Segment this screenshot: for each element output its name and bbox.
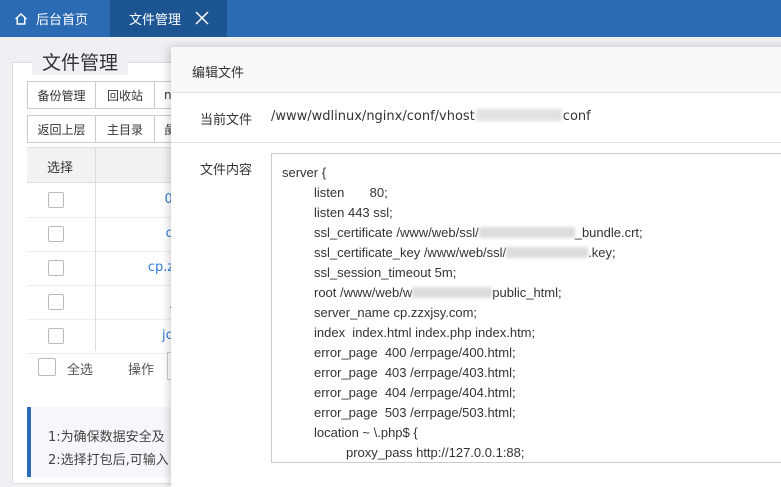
redacted-text — [475, 109, 562, 121]
code-fragment: ssl_certificate /www/web/ssl/ — [314, 225, 479, 240]
divider — [171, 142, 781, 143]
row-checkbox[interactable] — [48, 294, 64, 310]
column-divider — [95, 148, 96, 351]
file-content-label: 文件内容 — [200, 163, 253, 178]
code-line: index index.html index.php index.htm; — [314, 325, 536, 340]
file-content-editor[interactable]: server { listen 80; listen 443 ssl; ssl_… — [271, 153, 781, 463]
tab-home[interactable]: 后台首页 — [0, 0, 110, 37]
code-fragment: ssl_certificate_key /www/web/ssl/ — [314, 245, 507, 260]
notice-box: 1:为确保数据安全及 2:选择打包后,可输入 — [27, 407, 191, 477]
operation-label: 操作 — [128, 363, 155, 378]
code-fragment: root /www/web/w — [314, 285, 413, 300]
table-header: 选择 — [27, 148, 187, 183]
path-prefix: /www/wdlinux/nginx/conf/vhost — [271, 109, 475, 124]
code-line: root /www/web/w public_html; — [282, 283, 643, 303]
table-row[interactable]: cp — [27, 217, 187, 252]
table-row[interactable]: 00 — [27, 183, 187, 218]
select-all-checkbox[interactable] — [38, 358, 56, 376]
row-checkbox[interactable] — [48, 192, 64, 208]
row-checkbox[interactable] — [48, 328, 64, 344]
code-line: proxy_pass http://127.0.0.1:88; — [346, 445, 525, 460]
table-row[interactable]: cp.zz — [27, 251, 187, 286]
redacted-text — [506, 247, 589, 258]
code-line: error_page 503 /errpage/503.html; — [314, 405, 516, 420]
code-line: error_page 403 /errpage/403.html; — [314, 365, 516, 380]
code-line: ssl_certificate /www/web/ssl/ _bundle.crt… — [282, 223, 643, 243]
code-line: error_page 400 /errpage/400.html; — [314, 345, 516, 360]
current-file-label: 当前文件 — [200, 113, 253, 128]
column-select: 选择 — [47, 161, 74, 176]
go-up-button[interactable]: 返回上层 — [27, 115, 96, 143]
code-fragment: _bundle.crt; — [574, 225, 643, 240]
page-title: 文件管理 — [32, 48, 129, 75]
table-row[interactable]: jc — [27, 285, 187, 320]
path-suffix: conf — [562, 109, 591, 124]
tab-file-manager-label: 文件管理 — [129, 13, 182, 28]
edit-file-dialog: 编辑文件 当前文件 /www/wdlinux/nginx/conf/vhost c… — [171, 47, 781, 487]
recycle-bin-button[interactable]: 回收站 — [95, 81, 155, 109]
table-row[interactable]: jcb — [27, 319, 187, 354]
row-checkbox[interactable] — [48, 226, 64, 242]
tab-file-manager[interactable]: 文件管理 — [110, 0, 227, 37]
notice-line-2: 2:选择打包后,可输入 — [48, 453, 169, 468]
code-fragment: .key; — [588, 245, 616, 260]
notice-line-1: 1:为确保数据安全及 — [48, 430, 165, 445]
code-text: server { listen 80; listen 443 ssl; ssl_… — [282, 163, 643, 462]
file-table: 选择 00 cp cp.zz jc jcb — [27, 147, 187, 354]
code-line: ssl_session_timeout 5m; — [314, 265, 457, 280]
code-fragment: public_html; — [492, 285, 562, 300]
code-line: listen 443 ssl; — [314, 205, 393, 220]
code-line: location ~ \.php$ { — [314, 425, 418, 440]
dialog-header: 编辑文件 — [171, 47, 781, 93]
row-checkbox[interactable] — [48, 260, 64, 276]
home-dir-button[interactable]: 主目录 — [95, 115, 155, 143]
code-line: error_page 404 /errpage/404.html; — [314, 385, 516, 400]
redacted-text — [412, 287, 493, 298]
current-file-path: /www/wdlinux/nginx/conf/vhost conf — [271, 109, 591, 124]
redacted-text — [478, 227, 575, 238]
top-tab-bar: 后台首页 文件管理 — [0, 0, 781, 37]
code-line: server { — [282, 165, 327, 180]
tab-home-label: 后台首页 — [36, 13, 89, 28]
backup-manage-button[interactable]: 备份管理 — [27, 81, 96, 109]
home-icon — [14, 12, 28, 26]
select-all-label: 全选 — [67, 363, 94, 378]
code-line: server_name cp.zzxjsy.com; — [314, 305, 478, 320]
close-icon[interactable] — [195, 11, 209, 25]
code-line: listen 80; — [314, 185, 388, 200]
code-line: ssl_certificate_key /www/web/ssl/ .key; — [282, 243, 643, 263]
dialog-title: 编辑文件 — [192, 66, 245, 81]
